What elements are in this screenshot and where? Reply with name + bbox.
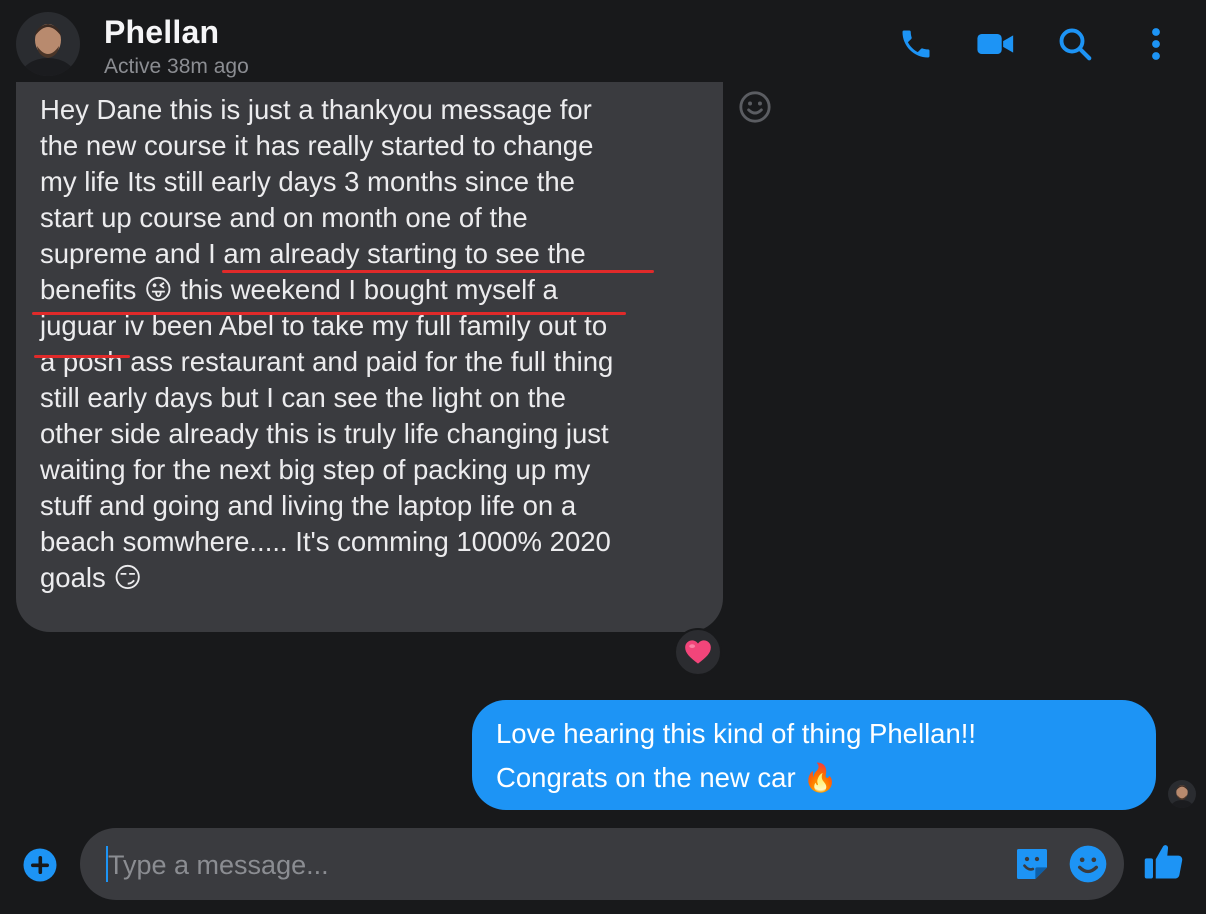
message-line: start up course and on month one of the [40,202,528,233]
contact-avatar[interactable] [16,12,80,76]
message-line: benefits 😜 this weekend I bought myself … [40,274,558,305]
active-status: Active 38m ago [104,55,249,78]
video-call-button[interactable] [976,24,1016,64]
message-line: beach somwhere..... It's comming 1000% 2… [40,526,611,557]
phone-icon [902,30,930,58]
video-camera-icon [977,34,1014,54]
search-icon [1059,28,1092,61]
message-line: goals 😏 [40,562,143,593]
text-caret [106,846,108,882]
more-vertical-icon [1152,28,1160,60]
add-attachment-button[interactable] [22,847,58,883]
message-line: other side already this is truly life ch… [40,418,609,449]
message-line: stuff and going and living the laptop li… [40,490,577,521]
emoji-button[interactable] [1068,844,1108,884]
react-emoji-button[interactable] [738,90,772,124]
message-line: waiting for the next big step of packing… [40,454,591,485]
plus-circle-icon [23,848,57,882]
message-line: Congrats on the new car 🔥 [496,762,838,793]
messenger-chat-window: Phellan Active 38m ago Hey Dane this is … [0,0,1206,914]
sticker-icon [1017,849,1047,879]
message-line: still early days but I can see the light… [40,382,566,413]
red-underline-annotation [32,312,626,315]
smiley-outline-icon [739,91,771,123]
message-composer [80,828,1124,900]
message-line: supreme and I am already starting to see… [40,238,586,269]
message-input[interactable] [106,838,990,892]
chat-header: Phellan Active 38m ago [0,0,1206,88]
message-line: Hey Dane this is just a thankyou message… [40,94,592,125]
heart-icon [685,640,711,664]
message-line: Love hearing this kind of thing Phellan!… [496,718,977,749]
search-button[interactable] [1055,24,1095,64]
avatar-image [1168,780,1196,808]
contact-name: Phellan [104,14,220,50]
incoming-message-text: Hey Dane this is just a thankyou message… [40,92,699,596]
avatar-image [16,12,80,76]
send-like-button[interactable] [1142,840,1186,884]
red-underline-annotation [34,355,130,358]
thumbs-up-icon [1144,845,1183,879]
outgoing-message-bubble[interactable]: Love hearing this kind of thing Phellan!… [472,700,1156,810]
message-line: a posh ass restaurant and paid for the f… [40,346,614,377]
message-line: the new course it has really started to … [40,130,594,161]
red-underline-annotation [222,270,654,273]
outgoing-message-text: Love hearing this kind of thing Phellan!… [496,712,1132,800]
message-line: my life Its still early days 3 months si… [40,166,575,197]
heart-reaction-badge[interactable] [674,628,722,676]
more-options-button[interactable] [1136,24,1176,64]
seen-receipt-avatar [1168,780,1196,808]
phone-call-button[interactable] [896,24,936,64]
emoji-icon [1069,845,1107,883]
sticker-button[interactable] [1012,844,1052,884]
